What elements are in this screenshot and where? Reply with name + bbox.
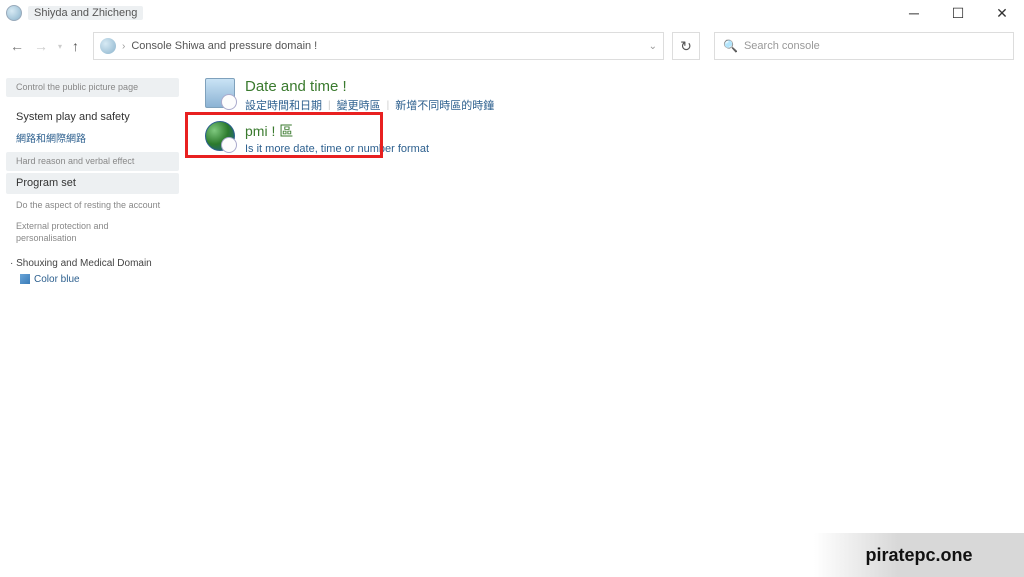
sidebar-item-network[interactable]: 網路和網際網路	[6, 130, 179, 150]
forward-button[interactable]: →	[34, 38, 48, 54]
close-button[interactable]: ✕	[980, 0, 1024, 26]
date-time-icon	[205, 78, 235, 108]
sidebar-item-system-safety[interactable]: System play and safety	[6, 107, 179, 128]
sidebar: Control the public picture page System p…	[0, 66, 185, 577]
back-button[interactable]: ←	[10, 38, 24, 54]
sidebar-group-label: · Shouxing and Medical Domain	[6, 250, 179, 271]
history-dropdown-icon[interactable]: ▾	[58, 42, 62, 51]
search-icon: 🔍	[723, 39, 738, 53]
main-content: Date and time ! 設定時間和日期 | 變更時區 | 新增不同時區的…	[185, 66, 1024, 577]
cpl-icon	[100, 38, 116, 54]
sidebar-item-accounts[interactable]: Do the aspect of resting the account	[6, 196, 179, 215]
app-icon	[6, 5, 22, 21]
link-date-number-format[interactable]: Is it more date, time or number format	[245, 143, 429, 155]
window-title: Shiyda and Zhicheng	[28, 6, 143, 20]
maximize-button[interactable]: ☐	[936, 0, 980, 26]
sidebar-item-programs[interactable]: Program set	[6, 173, 179, 194]
sidebar-sub-label: Color blue	[34, 274, 80, 285]
minimize-button[interactable]: ─	[892, 0, 936, 26]
address-bar[interactable]: › Console Shiwa and pressure domain ! ⌄	[93, 32, 664, 60]
chevron-right-icon: ›	[122, 41, 125, 52]
watermark-text: piratepc.one	[865, 545, 972, 566]
search-box[interactable]: 🔍	[714, 32, 1014, 60]
sidebar-item-appearance[interactable]: External protection and personalisation	[6, 217, 179, 248]
link-set-date-time[interactable]: 設定時間和日期	[245, 97, 322, 113]
sidebar-sub-color[interactable]: Color blue	[6, 271, 179, 288]
clock-overlay-icon	[221, 94, 237, 110]
search-input[interactable]	[744, 40, 1005, 52]
sidebar-item-control-page[interactable]: Control the public picture page	[6, 78, 179, 97]
link-change-timezone[interactable]: 變更時區	[337, 97, 381, 113]
breadcrumb[interactable]: Console Shiwa and pressure domain !	[131, 40, 317, 52]
entry-title-region[interactable]: pmi ! 區	[245, 121, 429, 141]
up-button[interactable]: ↑	[72, 38, 79, 54]
entry-region: pmi ! 區 Is it more date, time or number …	[205, 121, 1004, 155]
sidebar-item-hardware[interactable]: Hard reason and verbal effect	[6, 152, 179, 171]
separator: |	[387, 100, 390, 111]
link-add-clocks[interactable]: 新增不同時區的時鐘	[395, 97, 494, 113]
entry-date-time: Date and time ! 設定時間和日期 | 變更時區 | 新增不同時區的…	[205, 78, 1004, 113]
chevron-down-icon[interactable]: ⌄	[649, 41, 657, 52]
color-swatch-icon	[20, 274, 30, 284]
refresh-button[interactable]: ↻	[672, 32, 700, 60]
clock-overlay-icon	[221, 137, 237, 153]
watermark-bar: piratepc.one	[814, 533, 1024, 577]
entry-title-date-time[interactable]: Date and time !	[245, 78, 494, 95]
region-globe-icon	[205, 121, 235, 151]
separator: |	[328, 100, 331, 111]
